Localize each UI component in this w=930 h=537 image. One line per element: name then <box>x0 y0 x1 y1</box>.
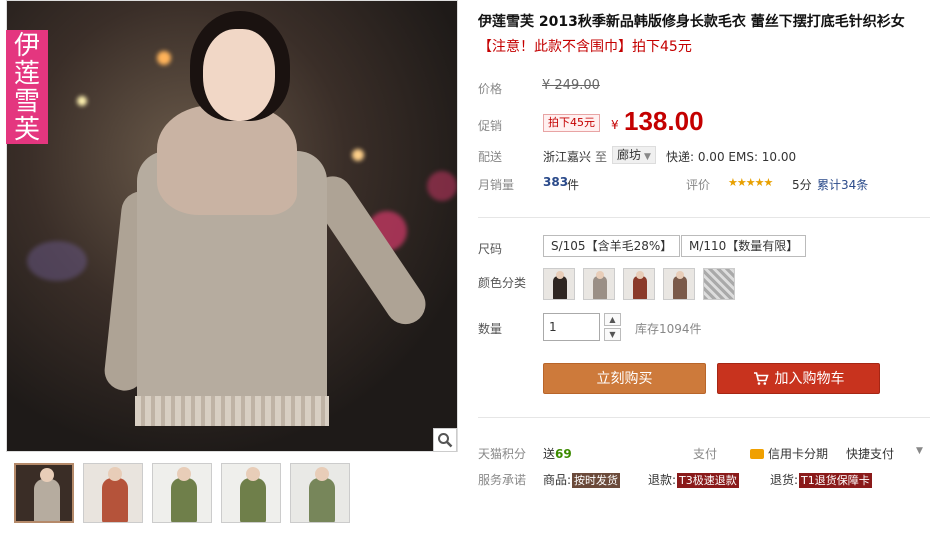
chevron-down-icon[interactable]: ▼ <box>916 446 923 456</box>
sales-label: 月销量 <box>478 178 515 192</box>
points-label: 天猫积分 <box>478 447 527 461</box>
color-label: 颜色分类 <box>478 276 527 290</box>
divider <box>478 417 930 418</box>
size-option-m[interactable]: M/110【数量有限】 <box>681 235 807 257</box>
quantity-input[interactable]: 1 <box>543 313 600 341</box>
product-title: 伊莲雪芙 2013秋季新品韩版修身长款毛衣 蕾丝下摆打底毛针织衫女 <box>478 14 905 30</box>
original-price: ¥ 249.00 <box>542 78 600 93</box>
thumbnail-strip <box>14 463 359 523</box>
product-notice: 【注意！此款不含围巾】拍下45元 <box>478 37 692 57</box>
sales-count: 383 <box>543 175 569 189</box>
payment-label: 支付 <box>693 447 718 461</box>
fast-refund-badge[interactable]: T3极速退款 <box>677 473 739 488</box>
refund-prefix: 退款: <box>648 473 677 487</box>
main-product-image[interactable] <box>6 0 458 452</box>
credit-installment[interactable]: 信用卡分期 <box>750 445 828 462</box>
divider <box>478 217 930 218</box>
quantity-label: 数量 <box>478 322 503 336</box>
quantity-decrease-button[interactable]: ▼ <box>604 328 621 341</box>
shipping-origin: 浙江嘉兴 <box>543 150 592 164</box>
color-swatch-2[interactable] <box>583 268 615 300</box>
promo-tag: 拍下45元 <box>543 114 600 132</box>
color-swatch-5[interactable] <box>703 268 735 300</box>
cart-icon <box>753 372 769 385</box>
notice-mark: 【注意！此款不含围巾】 <box>478 39 632 55</box>
color-swatch-1[interactable] <box>543 268 575 300</box>
points-value: 送69 <box>543 445 572 462</box>
magnifier-icon <box>438 433 453 448</box>
buy-now-label: 立刻购买 <box>596 371 653 387</box>
add-to-cart-label: 加入购物车 <box>774 371 845 387</box>
color-swatch-3[interactable] <box>623 268 655 300</box>
brand-tag: 伊莲雪芙 <box>6 30 48 144</box>
add-to-cart-button[interactable]: 加入购物车 <box>717 363 880 394</box>
return-prefix: 退货: <box>770 473 799 487</box>
destination-value: 廊坊 <box>617 148 642 162</box>
return-guarantee-badge[interactable]: T1退货保障卡 <box>799 473 872 488</box>
sales-unit: 件 <box>567 178 580 192</box>
notice-discount: 拍下45元 <box>632 39 692 55</box>
promise-refund: 退款: T3极速退款 <box>648 471 739 488</box>
on-time-delivery-badge[interactable]: 按时发货 <box>572 473 621 488</box>
size-option-s[interactable]: S/105【含羊毛28%】 <box>543 235 681 257</box>
rating-stars: ★★★★★ <box>728 176 773 189</box>
buy-now-button[interactable]: 立刻购买 <box>543 363 706 394</box>
chevron-up-icon: ▲ <box>609 315 616 324</box>
quantity-increase-button[interactable]: ▲ <box>604 313 621 326</box>
product-page: 伊莲雪芙 伊莲雪芙 2013秋季新品韩版修身长款毛衣 蕾丝下摆打底毛针织衫女 【… <box>0 0 930 537</box>
stock-count: 库存1094件 <box>635 322 702 336</box>
brand-tag-text: 伊莲雪芙 <box>13 31 40 145</box>
zoom-button[interactable] <box>433 428 457 452</box>
promise-return: 退货: T1退货保障卡 <box>770 471 872 488</box>
rating-score: 5分 <box>792 178 812 192</box>
promise-goods: 商品: 按时发货 <box>543 471 621 488</box>
chevron-down-icon: ▼ <box>644 152 651 162</box>
thumbnail-4[interactable] <box>221 463 281 523</box>
destination-select[interactable]: 廊坊 ▼ <box>612 146 656 164</box>
thumbnail-1[interactable] <box>14 463 74 523</box>
size-label: 尺码 <box>478 242 503 256</box>
review-count-link[interactable]: 累计34条 <box>817 176 868 193</box>
points-amount: 69 <box>555 447 572 461</box>
thumbnail-3[interactable] <box>152 463 212 523</box>
credit-card-icon <box>750 448 764 459</box>
promo-label: 促销 <box>478 119 503 133</box>
promo-currency: ¥ <box>611 118 619 132</box>
credit-installment-label: 信用卡分期 <box>768 447 829 461</box>
chevron-down-icon: ▼ <box>609 330 616 339</box>
shipping-fees: 快递: 0.00 EMS: 10.00 <box>666 150 797 164</box>
goods-prefix: 商品: <box>543 473 572 487</box>
shipping-to: 至 <box>595 150 608 164</box>
price-label: 价格 <box>478 82 503 96</box>
promise-label: 服务承诺 <box>478 473 527 487</box>
rating-label: 评价 <box>686 178 711 192</box>
quick-pay[interactable]: 快捷支付 <box>846 445 894 462</box>
promo-price: 138.00 <box>624 106 704 136</box>
thumbnail-5[interactable] <box>290 463 350 523</box>
points-give: 送 <box>543 447 556 461</box>
shipping-label: 配送 <box>478 150 503 164</box>
thumbnail-2[interactable] <box>83 463 143 523</box>
color-swatch-4[interactable] <box>663 268 695 300</box>
